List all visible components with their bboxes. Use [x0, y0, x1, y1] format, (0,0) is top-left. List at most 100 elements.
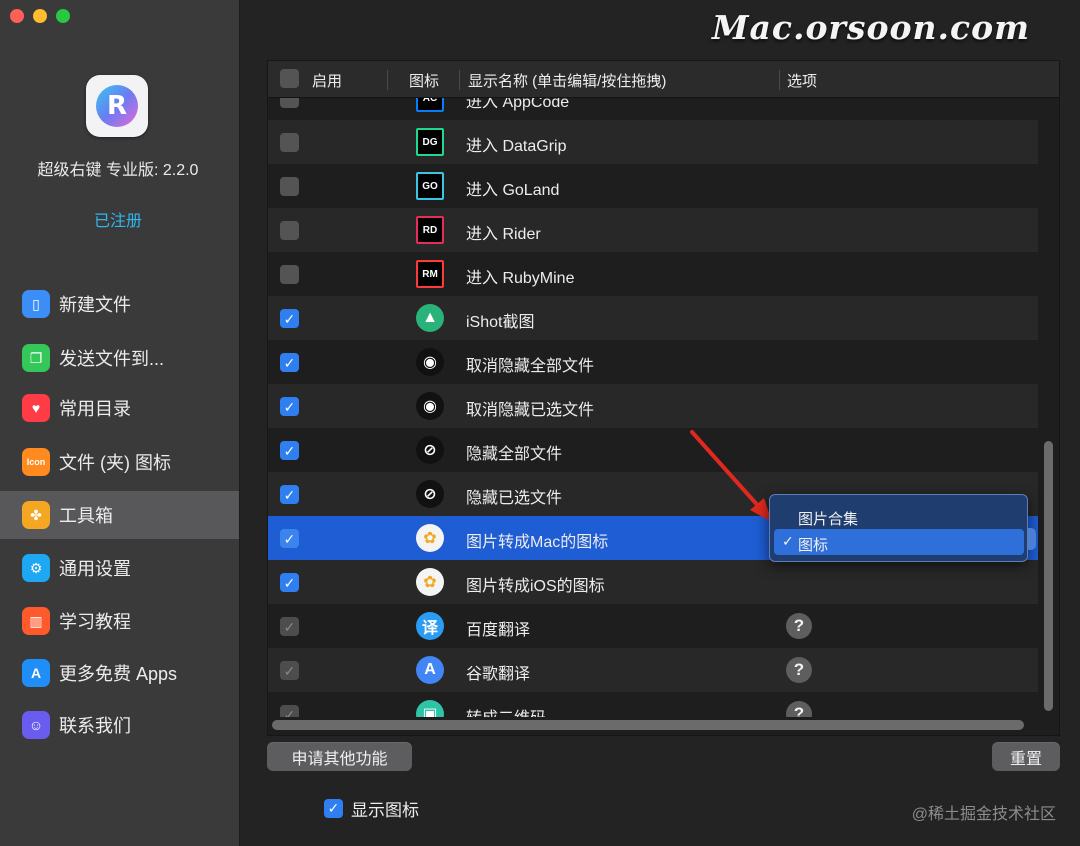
row-name[interactable]: 进入 Rider	[466, 220, 541, 244]
row-name[interactable]: 隐藏已选文件	[466, 484, 562, 508]
table-row[interactable]: AC 进入 AppCode	[268, 98, 1038, 120]
toolbox-icon: ✤	[22, 501, 50, 529]
table-row[interactable]: ✓ ◉ 取消隐藏全部文件	[268, 340, 1038, 384]
row-name[interactable]: 进入 RubyMine	[466, 264, 574, 288]
enable-checkbox[interactable]: ✓	[280, 485, 299, 504]
datagrip-icon: DG	[416, 128, 444, 156]
row-name[interactable]: 转成二维码	[466, 704, 546, 717]
sidebar-item-label: 通用设置	[59, 559, 131, 579]
enable-checkbox[interactable]: ✓	[280, 661, 299, 680]
minimize-window-button[interactable]	[33, 9, 47, 23]
table-row[interactable]: DG 进入 DataGrip	[268, 120, 1038, 164]
enable-checkbox[interactable]	[280, 98, 299, 108]
row-name[interactable]: iShot截图	[466, 308, 534, 332]
sidebar-item[interactable]: ⚙ 通用设置	[0, 544, 239, 592]
select-all-checkbox[interactable]	[280, 69, 299, 88]
enable-checkbox[interactable]: ✓	[280, 353, 299, 372]
help-icon[interactable]: ?	[786, 613, 812, 639]
popup-option-collection[interactable]: 图片合集	[774, 503, 1024, 529]
enable-checkbox[interactable]: ✓	[280, 617, 299, 636]
eye-icon: ◉	[416, 392, 444, 420]
enable-checkbox[interactable]: ✓	[280, 529, 299, 548]
sidebar-item[interactable]: ✤ 工具箱	[0, 491, 239, 539]
request-feature-button[interactable]: 申请其他功能	[267, 742, 412, 771]
google-translate-icon: A	[416, 656, 444, 684]
rubymine-icon: RM	[416, 260, 444, 288]
horizontal-scrollbar[interactable]	[272, 720, 1024, 730]
column-options[interactable]: 选项	[787, 70, 817, 91]
table-row[interactable]: RM 进入 RubyMine	[268, 252, 1038, 296]
eye-slash-icon: ⊘	[416, 480, 444, 508]
row-name[interactable]: 谷歌翻译	[466, 660, 530, 684]
table-row[interactable]: ✓ A 谷歌翻译?	[268, 648, 1038, 692]
enable-checkbox[interactable]: ✓	[280, 309, 299, 328]
close-window-button[interactable]	[10, 9, 24, 23]
enable-checkbox[interactable]: ✓	[280, 705, 299, 717]
column-enabled[interactable]: 启用	[312, 70, 342, 91]
help-icon[interactable]: ?	[786, 701, 812, 717]
row-name[interactable]: 隐藏全部文件	[466, 440, 562, 464]
heart-icon: ♥	[22, 394, 50, 422]
enable-checkbox[interactable]	[280, 177, 299, 196]
column-separator	[459, 70, 460, 90]
icon-badge-icon: Icon	[22, 448, 50, 476]
gear-icon: ⚙	[22, 554, 50, 582]
sidebar-item-label: 更多免费 Apps	[59, 664, 178, 684]
row-name[interactable]: 取消隐藏全部文件	[466, 352, 594, 376]
popup-option-icon[interactable]: ✓ 图标	[774, 529, 1024, 555]
sidebar-item[interactable]: ☺ 联系我们	[0, 701, 239, 749]
table-row[interactable]: ✓ ⊘ 隐藏全部文件	[268, 428, 1038, 472]
enable-checkbox[interactable]: ✓	[280, 441, 299, 460]
photos-icon: ✿	[416, 568, 444, 596]
sidebar-item-label: 常用目录	[59, 399, 131, 419]
row-name[interactable]: 进入 AppCode	[466, 98, 569, 112]
row-name[interactable]: 图片转成Mac的图标	[466, 528, 608, 552]
enable-checkbox[interactable]	[280, 265, 299, 284]
vertical-scrollbar[interactable]	[1044, 441, 1053, 711]
eye-icon: ◉	[416, 348, 444, 376]
zoom-window-button[interactable]	[56, 9, 70, 23]
sidebar-item[interactable]: A 更多免费 Apps	[0, 649, 239, 697]
show-icons-option[interactable]: ✓ 显示图标	[324, 796, 419, 821]
column-separator	[779, 70, 780, 90]
photos-icon: ✿	[416, 524, 444, 552]
row-name[interactable]: 进入 DataGrip	[466, 132, 566, 156]
people-icon: ☺	[22, 711, 50, 739]
sidebar-item[interactable]: Icon 文件 (夹) 图标	[0, 438, 239, 486]
enable-checkbox[interactable]: ✓	[280, 397, 299, 416]
enable-checkbox[interactable]: ✓	[280, 573, 299, 592]
table-header: 启用 图标 显示名称 (单击编辑/按住拖拽) 选项	[268, 61, 1059, 98]
enable-checkbox[interactable]	[280, 221, 299, 240]
popup-button-edge[interactable]	[1028, 528, 1036, 550]
sidebar-item[interactable]: ▥ 学习教程	[0, 597, 239, 645]
show-icons-checkbox[interactable]: ✓	[324, 799, 343, 818]
sidebar-item-label: 工具箱	[59, 506, 113, 526]
enable-checkbox[interactable]	[280, 133, 299, 152]
sidebar-item-label: 新建文件	[59, 295, 131, 315]
table-row[interactable]: ✓ ▣ 转成二维码?	[268, 692, 1038, 717]
table-row[interactable]: ✓ ✿ 图片转成iOS的图标	[268, 560, 1038, 604]
row-name[interactable]: 取消隐藏已选文件	[466, 396, 594, 420]
sidebar-item[interactable]: ▯ 新建文件	[0, 280, 239, 328]
table-row[interactable]: RD 进入 Rider	[268, 208, 1038, 252]
help-icon[interactable]: ?	[786, 657, 812, 683]
app-logo-icon: R	[86, 75, 148, 137]
watermark: Mac.orsoon.com	[712, 8, 1030, 47]
column-name[interactable]: 显示名称 (单击编辑/按住拖拽)	[468, 70, 666, 91]
table-row[interactable]: ✓ 译百度翻译?	[268, 604, 1038, 648]
row-name[interactable]: 百度翻译	[466, 616, 530, 640]
table-row[interactable]: ✓ ◉ 取消隐藏已选文件	[268, 384, 1038, 428]
credit-watermark: @稀土掘金技术社区	[911, 806, 1056, 823]
row-name[interactable]: 进入 GoLand	[466, 176, 559, 200]
reset-button[interactable]: 重置	[992, 742, 1060, 771]
table-row[interactable]: GO 进入 GoLand	[268, 164, 1038, 208]
row-name[interactable]: 图片转成iOS的图标	[466, 572, 605, 596]
sidebar-item-label: 学习教程	[59, 612, 131, 632]
sidebar-item[interactable]: ♥ 常用目录	[0, 384, 239, 432]
table-row[interactable]: ✓ ▲ iShot截图	[268, 296, 1038, 340]
sidebar-item[interactable]: ❐ 发送文件到...	[0, 334, 239, 382]
goland-icon: GO	[416, 172, 444, 200]
show-icons-label: 显示图标	[351, 801, 419, 820]
registration-status[interactable]: 已注册	[0, 207, 236, 231]
column-icon[interactable]: 图标	[409, 70, 439, 91]
